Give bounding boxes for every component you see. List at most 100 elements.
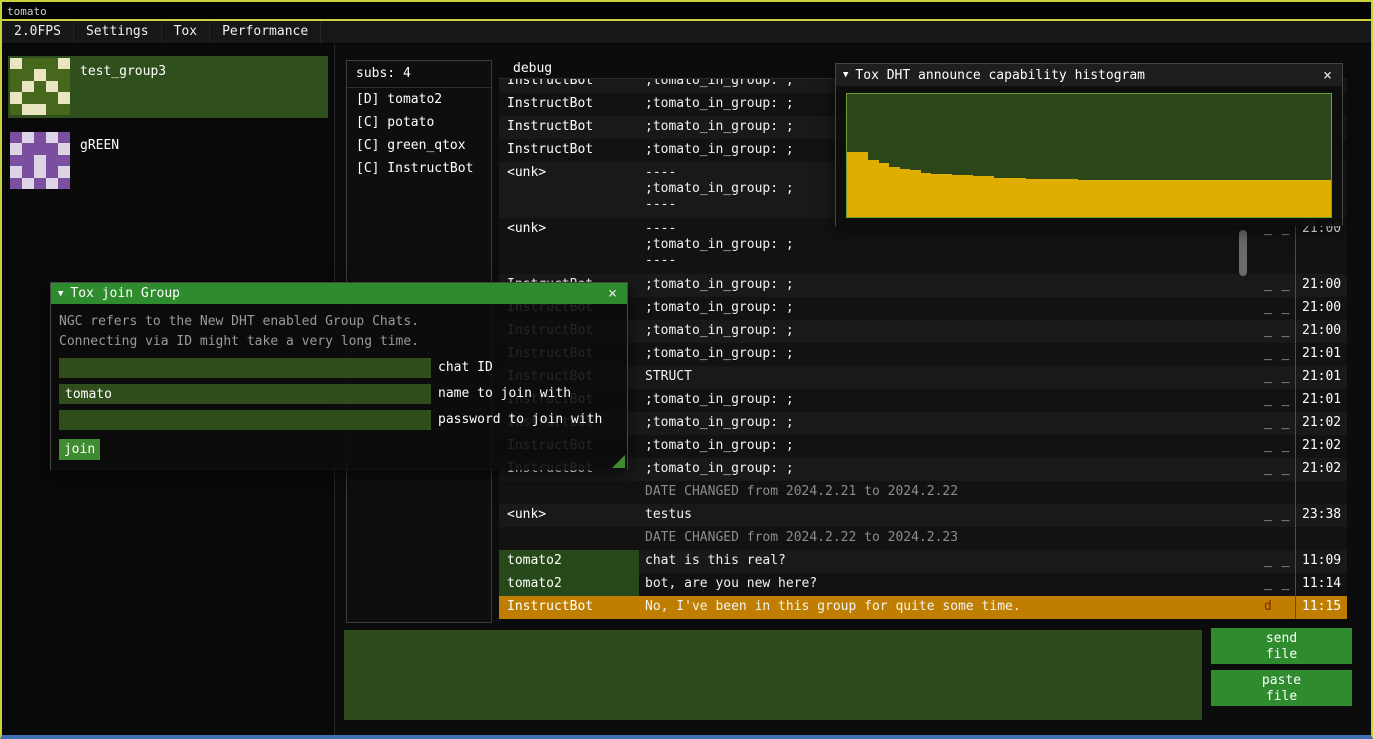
join-fields: chat IDname to join withpassword to join… (59, 358, 619, 430)
histogram-bar (1047, 179, 1058, 217)
message-time: 21:02 (1295, 435, 1347, 458)
message-flags: _ _ (1255, 366, 1295, 389)
message-text: ;tomato_in_group: ; (639, 435, 1255, 458)
join-field-row: password to join with (59, 410, 619, 430)
message-time: 21:01 (1295, 343, 1347, 366)
histogram-bar (1247, 180, 1258, 217)
message-flags: _ _ (1255, 320, 1295, 343)
avatar-pixel (34, 178, 46, 189)
sender-name: <unk> (499, 504, 639, 527)
paste-file-button[interactable]: paste file (1211, 670, 1352, 706)
join-button[interactable]: join (59, 439, 100, 460)
info-text: Connecting via ID might take a very long… (59, 332, 619, 352)
avatar-pixel (46, 92, 58, 103)
histogram-bar (1299, 180, 1310, 217)
histogram-bar (1110, 180, 1121, 217)
chat-message-row[interactable]: <unk>testus_ _23:38 (499, 504, 1347, 527)
avatar-pixel (22, 143, 34, 154)
message-flags: _ _ (1255, 435, 1295, 458)
avatar-pixel (46, 58, 58, 69)
chat-message-row[interactable]: tomato2chat is this real?_ _11:09 (499, 550, 1347, 573)
member-item[interactable]: [C] green_qtox (347, 134, 491, 157)
resize-grip-icon[interactable] (612, 455, 625, 468)
message-input[interactable] (344, 630, 1202, 720)
avatar-pixel (34, 81, 46, 92)
join-window-close-button[interactable]: × (605, 286, 620, 301)
sender-name: <unk> (499, 162, 639, 218)
message-flags: _ _ (1255, 458, 1295, 481)
chat-message-row[interactable]: InstructBotNo, I've been in this group f… (499, 596, 1347, 619)
message-time: 21:00 (1295, 297, 1347, 320)
field-label: password to join with (438, 410, 602, 430)
member-item[interactable]: [D] tomato2 (347, 88, 491, 111)
menu-settings[interactable]: Settings (74, 21, 162, 43)
member-item[interactable]: [C] potato (347, 111, 491, 134)
histogram-bar (889, 167, 900, 217)
histogram-bar (1162, 180, 1173, 217)
collapse-arrow-icon[interactable]: ▼ (843, 70, 848, 80)
message-time: 11:14 (1295, 573, 1347, 596)
group-avatar (10, 58, 70, 115)
message-time: 21:00 (1295, 274, 1347, 297)
send-file-button[interactable]: send file (1211, 628, 1352, 664)
avatar-pixel (10, 92, 22, 103)
histogram-bar (1068, 179, 1079, 217)
histogram-window-close-button[interactable]: × (1320, 68, 1335, 83)
message-text: ;tomato_in_group: ; (639, 458, 1255, 481)
chat-message-row[interactable]: tomato2bot, are you new here?_ _11:14 (499, 573, 1347, 596)
name-to-join-with-input[interactable] (59, 384, 431, 404)
menu-performance[interactable]: Performance (210, 21, 321, 43)
subs-header: subs: 4 (347, 61, 491, 88)
avatar-pixel (58, 92, 70, 103)
histogram-bar (952, 175, 963, 217)
avatar-pixel (34, 166, 46, 177)
chat-ID-input[interactable] (59, 358, 431, 378)
avatar-pixel (22, 92, 34, 103)
chat-message-row[interactable]: <unk>---- ;tomato_in_group: ; ----_ _21:… (499, 218, 1347, 274)
histogram-bar (900, 169, 911, 217)
histogram-bar (921, 173, 932, 217)
group-avatar (10, 132, 70, 189)
histogram-bar (1310, 180, 1321, 217)
collapse-arrow-icon[interactable]: ▼ (58, 289, 63, 299)
avatar-pixel (46, 178, 58, 189)
menu-tox[interactable]: Tox (162, 21, 210, 43)
message-flags: _ _ (1255, 389, 1295, 412)
tab-debug[interactable]: debug (499, 60, 566, 78)
message-text: ---- ;tomato_in_group: ; ---- (639, 218, 1255, 274)
message-flags: _ _ (1255, 504, 1295, 527)
histogram-bar (1215, 180, 1226, 217)
message-text: ;tomato_in_group: ; (639, 274, 1255, 297)
join-field-row: chat ID (59, 358, 619, 378)
message-time: 11:15 (1295, 596, 1347, 619)
avatar-pixel (58, 81, 70, 92)
message-text: ;tomato_in_group: ; (639, 412, 1255, 435)
histogram-bar (963, 175, 974, 217)
histogram-bar (1289, 180, 1300, 217)
group-item-gREEN[interactable]: gREEN (8, 130, 328, 192)
member-item[interactable]: [C] InstructBot (347, 157, 491, 180)
histogram-bar (1320, 180, 1331, 217)
group-item-test_group3[interactable]: test_group3 (8, 56, 328, 118)
join-window-titlebar[interactable]: ▼ Tox join Group × (51, 283, 627, 304)
avatar-pixel (58, 166, 70, 177)
member-list: [D] tomato2[C] potato[C] green_qtox[C] I… (347, 88, 491, 180)
avatar-pixel (22, 132, 34, 143)
window-titlebar[interactable]: tomato (2, 2, 1371, 21)
date-changed-text: DATE CHANGED from 2024.2.21 to 2024.2.22 (499, 481, 1255, 504)
password-to-join-with-input[interactable] (59, 410, 431, 430)
histogram-bar (1184, 180, 1195, 217)
histogram-bar (1236, 180, 1247, 217)
histogram-bar (1173, 180, 1184, 217)
histogram-bar (1057, 179, 1068, 217)
avatar-pixel (46, 155, 58, 166)
avatar-pixel (10, 58, 22, 69)
avatar-pixel (46, 166, 58, 177)
histogram-window-titlebar[interactable]: ▼ Tox DHT announce capability histogram … (836, 64, 1342, 86)
avatar-pixel (34, 143, 46, 154)
avatar-pixel (22, 155, 34, 166)
avatar-pixel (10, 104, 22, 115)
join-group-window: ▼ Tox join Group × NGC refers to the New… (50, 282, 628, 470)
chat-scrollbar[interactable] (1239, 230, 1247, 276)
avatar-pixel (58, 155, 70, 166)
